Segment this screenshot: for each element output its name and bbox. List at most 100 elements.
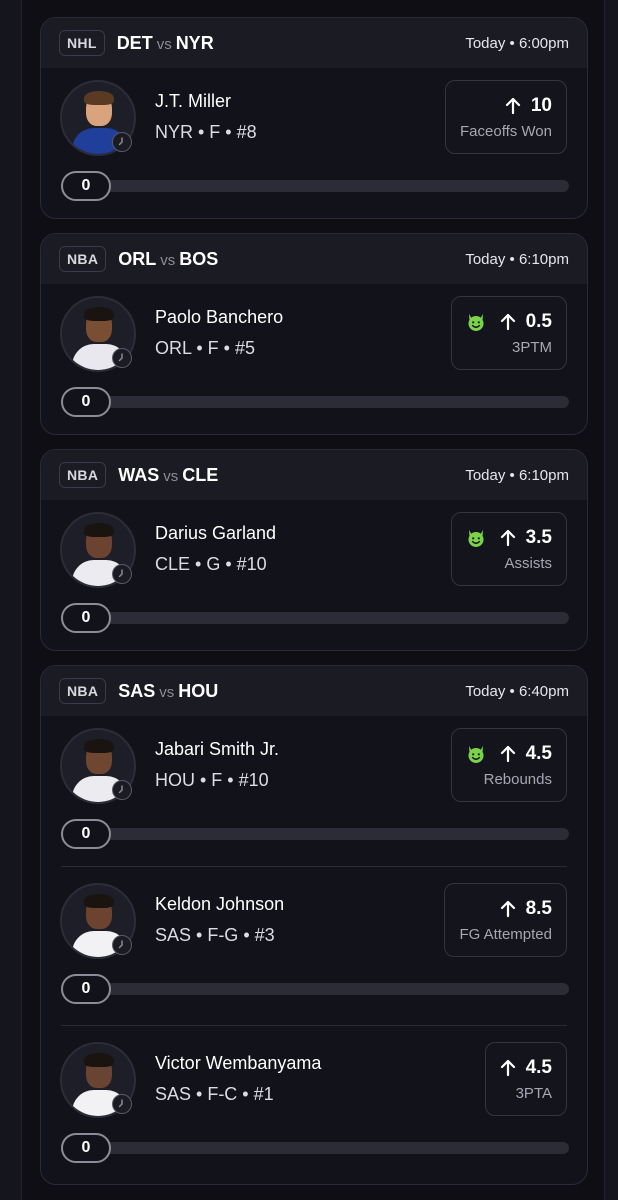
away-team: HOU: [178, 680, 219, 701]
league-badge: NBA: [59, 462, 107, 488]
stat-line-value: 8.5: [525, 897, 552, 919]
player-meta: NYR • F • #8: [155, 122, 257, 142]
matchup: ORL vs BOS: [118, 249, 218, 270]
away-team: CLE: [182, 464, 219, 485]
vs-label: vs: [163, 467, 179, 485]
player-name: Paolo Banchero: [155, 307, 284, 327]
away-team: NYR: [175, 32, 214, 53]
avatar-hair: [84, 307, 114, 321]
progress-track: [91, 612, 569, 624]
stat-label: FG Attempted: [459, 925, 552, 943]
up-arrow-icon: [500, 1059, 515, 1076]
picks-feed: NHL DET vs NYR Today • 6:00pm J.T. Mille…: [40, 17, 588, 1199]
player-list: Darius Garland CLE • G • #10 3.5 Assists: [41, 500, 587, 650]
game-card: NHL DET vs NYR Today • 6:00pm J.T. Mille…: [40, 17, 588, 219]
progress-bar: 0: [61, 819, 569, 849]
player-list: Jabari Smith Jr. HOU • F • #10 4.5 Rebou…: [41, 716, 587, 1184]
progress-bar: 0: [61, 387, 569, 417]
player-meta: HOU • F • #10: [155, 770, 269, 790]
player-list: J.T. Miller NYR • F • #8 10 Faceoffs Won: [41, 68, 587, 218]
stat-line-value: 4.5: [525, 742, 552, 764]
player-name: Keldon Johnson: [155, 894, 285, 914]
stat-pick-button[interactable]: 4.5 3PTA: [484, 1042, 567, 1116]
game-time: Today • 6:40pm: [465, 682, 569, 700]
progress-track: [91, 396, 569, 408]
stat-pick-button[interactable]: 3.5 Assists: [450, 512, 567, 586]
player-row[interactable]: Keldon Johnson SAS • F-G • #3 8.5 FG Att…: [60, 866, 569, 1025]
left-rail: [0, 0, 22, 1200]
game-header: NBA SAS vs HOU Today • 6:40pm: [41, 666, 587, 716]
player-row[interactable]: Victor Wembanyama SAS • F-C • #1 4.5 3PT…: [60, 1025, 569, 1184]
clock-icon: [112, 564, 132, 584]
stat-line: 3.5: [466, 527, 552, 549]
progress-value: 0: [61, 819, 111, 849]
stat-label: 3PTM: [511, 338, 552, 356]
stat-pick-button[interactable]: 10 Faceoffs Won: [445, 80, 567, 154]
player-meta: SAS • F-G • #3: [155, 925, 275, 945]
clock-icon: [112, 1094, 132, 1114]
stat-line: 8.5: [500, 898, 552, 920]
stat-line-value: 3.5: [525, 526, 552, 548]
player-row[interactable]: Darius Garland CLE • G • #10 3.5 Assists: [41, 500, 587, 650]
player-meta: CLE • G • #10: [155, 554, 267, 574]
progress-track: [91, 828, 569, 840]
avatar-hair: [84, 739, 114, 753]
progress-value: 0: [61, 603, 111, 633]
stat-label: 3PTA: [515, 1084, 552, 1102]
avatar-hair: [84, 894, 114, 908]
up-arrow-icon: [500, 313, 515, 330]
clock-icon: [112, 935, 132, 955]
progress-bar: 0: [61, 974, 569, 1004]
stat-line: 10: [505, 95, 552, 117]
progress-bar: 0: [61, 171, 569, 201]
right-rail: [604, 0, 618, 1200]
game-header: NHL DET vs NYR Today • 6:00pm: [41, 18, 587, 68]
stat-label: Rebounds: [483, 770, 552, 788]
stat-line-value: 0.5: [525, 310, 552, 332]
player-name: Darius Garland: [155, 523, 277, 543]
matchup: DET vs NYR: [117, 33, 214, 54]
player-row[interactable]: Paolo Banchero ORL • F • #5 0.5 3PTM 0: [41, 284, 587, 434]
game-card: NBA WAS vs CLE Today • 6:10pm Darius Gar…: [40, 449, 588, 651]
stat-line-value: 4.5: [525, 1056, 552, 1078]
clock-icon: [112, 780, 132, 800]
player-list: Paolo Banchero ORL • F • #5 0.5 3PTM 0: [41, 284, 587, 434]
stat-pick-button[interactable]: 8.5 FG Attempted: [444, 883, 567, 957]
progress-value: 0: [61, 171, 111, 201]
progress-track: [91, 180, 569, 192]
game-header: NBA WAS vs CLE Today • 6:10pm: [41, 450, 587, 500]
game-time: Today • 6:10pm: [465, 250, 569, 268]
stat-line: 4.5: [466, 743, 552, 765]
home-team: DET: [116, 32, 153, 53]
devil-icon: [468, 529, 484, 547]
progress-value: 0: [61, 387, 111, 417]
matchup: WAS vs CLE: [118, 465, 218, 486]
progress-track: [91, 983, 569, 995]
away-team: BOS: [179, 248, 219, 269]
home-team: SAS: [118, 680, 156, 701]
avatar-hair: [84, 1053, 114, 1067]
player-name: Victor Wembanyama: [155, 1053, 322, 1073]
stat-line: 0.5: [466, 311, 552, 333]
league-badge: NBA: [59, 246, 107, 272]
up-arrow-icon: [505, 97, 520, 114]
player-row[interactable]: J.T. Miller NYR • F • #8 10 Faceoffs Won: [41, 68, 587, 218]
vs-label: vs: [160, 251, 176, 269]
player-name: J.T. Miller: [155, 91, 231, 111]
matchup: SAS vs HOU: [118, 681, 218, 702]
home-team: ORL: [118, 248, 157, 269]
avatar-hair: [84, 523, 114, 537]
devil-icon: [468, 745, 484, 763]
game-header: NBA ORL vs BOS Today • 6:10pm: [41, 234, 587, 284]
up-arrow-icon: [500, 529, 515, 546]
player-row[interactable]: Jabari Smith Jr. HOU • F • #10 4.5 Rebou…: [41, 716, 587, 866]
game-time: Today • 6:00pm: [465, 34, 569, 52]
progress-value: 0: [61, 1133, 111, 1163]
league-badge: NHL: [59, 30, 105, 56]
stat-pick-button[interactable]: 4.5 Rebounds: [450, 728, 567, 802]
devil-icon: [468, 313, 484, 331]
progress-bar: 0: [61, 603, 569, 633]
stat-pick-button[interactable]: 0.5 3PTM: [450, 296, 567, 370]
stat-label: Assists: [504, 554, 552, 572]
player-meta: ORL • F • #5: [155, 338, 255, 358]
